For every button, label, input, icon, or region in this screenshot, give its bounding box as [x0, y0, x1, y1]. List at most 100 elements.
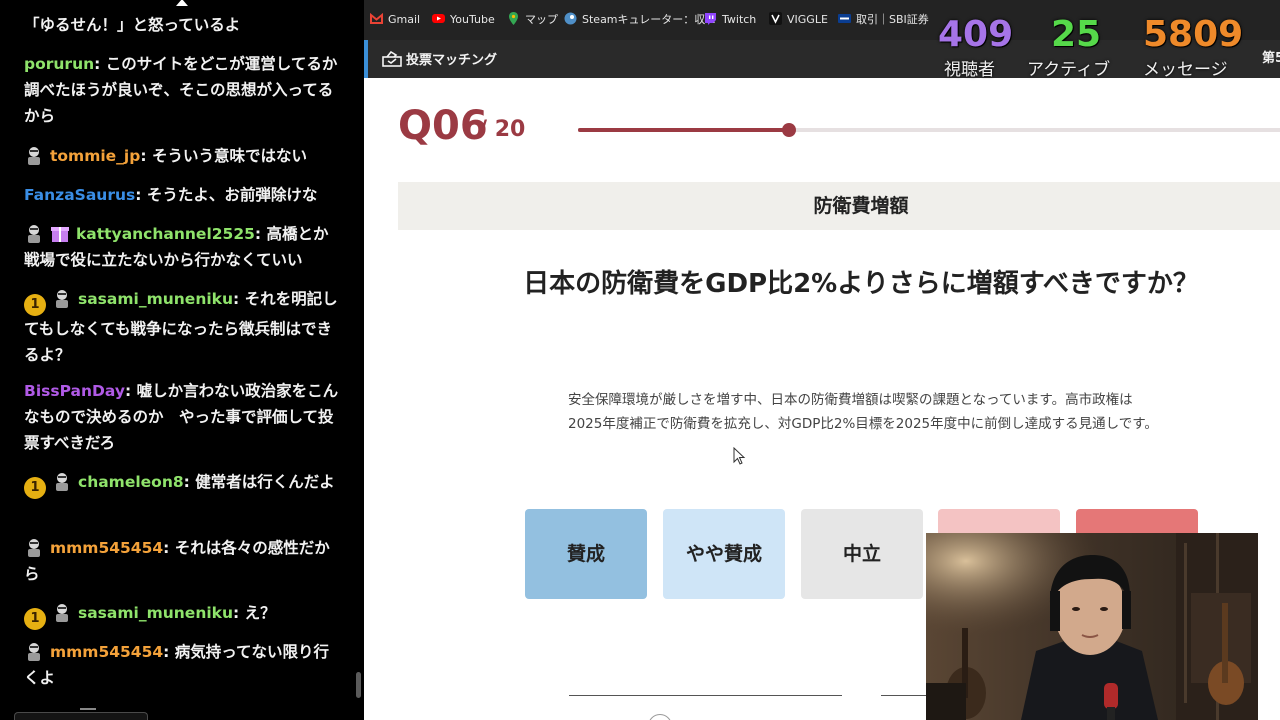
chat-username[interactable]: chameleon8: [78, 473, 184, 491]
chat-scrollbar[interactable]: [356, 672, 361, 698]
chat-message: BissPanDay: 嘘しか言わない政治家をこんなもので決めるのか やった事で…: [24, 378, 342, 456]
active-count: 25: [1051, 14, 1102, 55]
chat-message: 1 chameleon8: 健常者は行くんだよ: [24, 469, 342, 499]
question-text: 日本の防衛費をGDP比2%よりさらに増額すべきですか？: [523, 269, 1199, 299]
chevron-up-icon[interactable]: [176, 0, 188, 6]
avatar-badge-icon: [56, 604, 68, 622]
viggle-icon: [769, 12, 782, 25]
chat-input-box[interactable]: [14, 712, 148, 720]
chat-username[interactable]: sasami_muneniku: [78, 604, 233, 622]
steam-icon: [564, 12, 577, 25]
chat-divider: [80, 708, 96, 710]
chat-message: kattyanchannel2525: 高橋とか戦場で役に立たないから行かなくて…: [24, 221, 342, 273]
chat-message: mmm545454: 病気持ってない限り行くよ: [24, 639, 342, 691]
sub-badge-icon: 1: [24, 477, 46, 499]
chat-colon: :: [124, 382, 137, 400]
avatar-badge-icon: [28, 225, 40, 243]
chat-panel: 「ゆるせん！」と怒っているよ porurun: このサイトをどこが運営してるか調…: [0, 0, 364, 720]
site-logo[interactable]: 投票マッチング: [382, 49, 497, 68]
bookmark-label: Twitch: [722, 13, 757, 26]
chat-message: 1 sasami_muneniku: それを明記してもしなくても戦争になったら徴兵…: [24, 286, 342, 368]
chat-message: tommie_jp: そういう意味ではない: [24, 143, 342, 169]
question-description: 安全保障環境が厳しさを増す中、日本の防衛費増額は喫緊の課題となっています。高市政…: [568, 392, 1158, 432]
category-bar: 防衛費増額: [398, 182, 1280, 230]
bookmark-sbi[interactable]: 取引｜SBI証券: [838, 11, 929, 29]
bookmark-youtube[interactable]: YouTube: [432, 11, 495, 29]
viewers-count: 409: [938, 14, 1014, 55]
extra-label: 第5: [1262, 51, 1280, 66]
avatar-badge-icon: [28, 539, 40, 557]
gift-badge-icon: [51, 227, 69, 242]
ballot-box-icon: [382, 50, 402, 67]
bookmark-label: マップ: [525, 13, 558, 26]
bookmark-label: Steamキュレーター：収...: [582, 13, 716, 26]
chat-message-text: え？: [244, 604, 276, 622]
chat-colon: :: [163, 643, 175, 661]
chat-message: porurun: このサイトをどこが運営してるか調べたほうが良いぞ、そこの思想が…: [24, 51, 342, 129]
answer-agree-button[interactable]: 賛成: [525, 509, 647, 599]
bookmark-label: Gmail: [388, 13, 421, 26]
viewers-label: 視聴者: [944, 60, 995, 80]
bookmark-steam[interactable]: Steamキュレーター：収...: [564, 11, 716, 29]
chat-message: 1 sasami_muneniku: え？: [24, 600, 342, 630]
progress-track: [578, 123, 1280, 137]
chat-colon: :: [163, 539, 175, 557]
chat-username[interactable]: mmm545454: [50, 539, 163, 557]
question-total: / 20: [479, 117, 526, 142]
chat-colon: :: [140, 147, 152, 165]
twitch-icon: [705, 13, 716, 25]
sub-badge-icon: 1: [24, 294, 46, 316]
question-number: Q06: [398, 103, 488, 149]
chat-colon: :: [183, 473, 196, 491]
avatar-badge-icon: [28, 643, 40, 661]
gmail-icon: [370, 12, 383, 24]
answer-neutral-button[interactable]: 中立: [801, 509, 923, 599]
chat-message-text: そうたよ、お前弾除けな: [146, 186, 318, 204]
tab-strip: [364, 40, 368, 78]
chat-username[interactable]: sasami_muneniku: [78, 290, 233, 308]
chat-username[interactable]: BissPanDay: [24, 382, 125, 400]
chat-colon: :: [254, 225, 267, 243]
maps-icon: [509, 12, 518, 25]
avatar-badge-icon: [56, 473, 68, 491]
chat-colon: :: [233, 290, 245, 308]
progress-knob: [782, 123, 796, 137]
messages-count: 5809: [1143, 14, 1244, 55]
chat-username[interactable]: kattyanchannel2525: [76, 225, 255, 243]
chat-message-text: 健常者は行くんだよ: [195, 473, 335, 491]
webcam-feed: [926, 533, 1258, 720]
mouse-cursor-icon: [733, 447, 746, 465]
answer-slightly-agree-button[interactable]: やや賛成: [663, 509, 785, 599]
chat-message: FanzaSaurus: そうたよ、お前弾除けな: [24, 182, 342, 208]
chat-message-text: 「ゆるせん！」と怒っているよ: [24, 16, 241, 34]
chat-colon: :: [94, 55, 106, 73]
active-label: アクティブ: [1027, 60, 1111, 80]
avatar-badge-icon: [28, 147, 40, 165]
youtube-icon: [432, 14, 445, 23]
chat-colon: :: [135, 186, 147, 204]
bookmark-label: 取引｜SBI証券: [856, 13, 929, 26]
chat-username[interactable]: mmm545454: [50, 643, 163, 661]
chat-message: 「ゆるせん！」と怒っているよ: [24, 12, 342, 38]
bookmark-twitch[interactable]: Twitch: [704, 11, 756, 29]
avatar-badge-icon: [56, 290, 68, 308]
chat-username[interactable]: porurun: [24, 55, 94, 73]
chat-message-text: そういう意味ではない: [151, 147, 307, 165]
divider-line: [569, 695, 842, 696]
chat-username[interactable]: FanzaSaurus: [24, 186, 135, 204]
chat-username[interactable]: tommie_jp: [50, 147, 140, 165]
bookmark-label: YouTube: [450, 13, 495, 26]
chat-colon: :: [233, 604, 245, 622]
bookmark-viggle[interactable]: VIGGLE: [769, 11, 828, 29]
radio-circle-icon[interactable]: [648, 714, 672, 720]
sub-badge-icon: 1: [24, 608, 46, 630]
bookmark-label: VIGGLE: [787, 13, 828, 26]
bookmark-maps[interactable]: マップ: [507, 11, 558, 29]
category-title: 防衛費増額: [813, 195, 909, 217]
progress-fill: [578, 128, 789, 132]
messages-label: メッセージ: [1143, 60, 1228, 80]
sbi-icon: [838, 14, 851, 23]
bookmark-gmail[interactable]: Gmail: [370, 11, 420, 29]
site-logo-text: 投票マッチング: [406, 53, 498, 68]
chat-message: mmm545454: それは各々の感性だから: [24, 535, 342, 587]
